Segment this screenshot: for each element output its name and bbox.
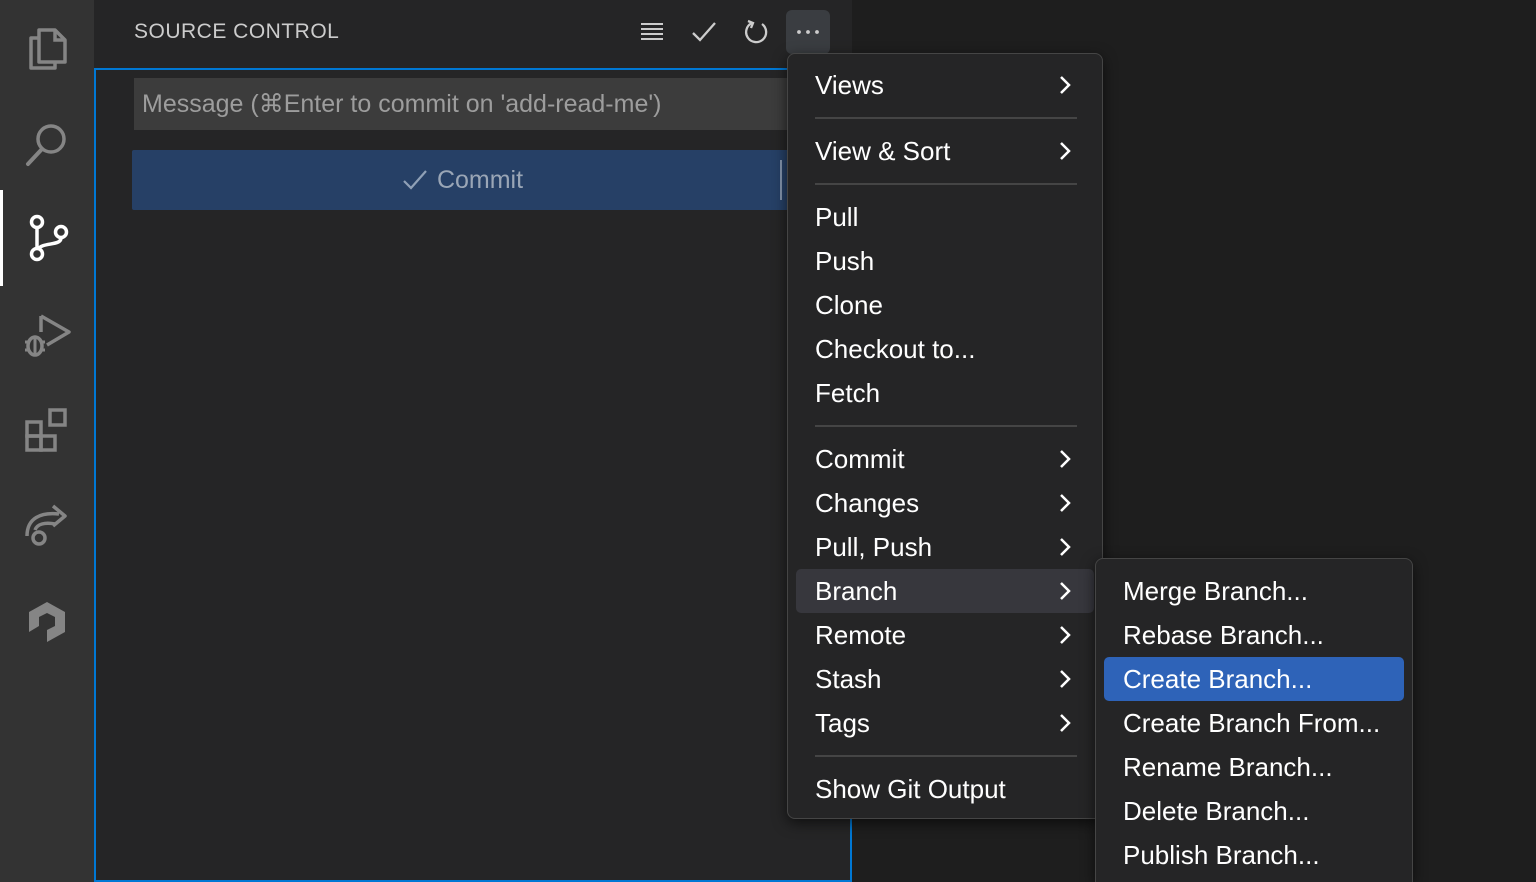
chevron-right-icon [1060,494,1071,512]
commit-button-label: Commit [436,165,524,194]
menu-item-label: Delete Branch... [1123,795,1310,826]
focus-outline-edge [850,818,852,882]
activity-source-control[interactable] [0,190,94,286]
menu-item-label: Views [815,69,884,100]
view-as-list-button[interactable] [630,10,674,54]
activity-extensions[interactable] [0,382,94,478]
menu-item-checkout[interactable]: Checkout to... [796,327,1094,371]
menu-item-label: Pull, Push [815,531,933,562]
list-view-icon [641,23,663,40]
activity-remote-explorer[interactable] [0,478,94,574]
menu-item-label: Changes [815,487,920,518]
menu-item-pull-push[interactable]: Pull, Push [796,525,1094,569]
panel-title: SOURCE CONTROL [134,20,340,43]
menu-separator [815,755,1077,757]
menu-item-branch[interactable]: Branch [796,569,1094,613]
activity-run-debug[interactable] [0,286,94,382]
checkmark-icon [692,22,716,42]
menu-item-label: Rebase Branch... [1123,619,1324,650]
chevron-right-icon [1060,626,1071,644]
menu-item-push[interactable]: Push [796,239,1094,283]
menu-item-label: Merge Branch... [1123,575,1308,606]
menu-item-label: Rename Branch... [1123,751,1333,782]
chevron-right-icon [1060,670,1071,688]
activity-search[interactable] [0,96,94,192]
menu-item-label: View & Sort [815,135,951,166]
menu-item-clone[interactable]: Clone [796,283,1094,327]
menu-separator [815,183,1077,185]
files-icon [29,28,67,70]
menu-item-tags[interactable]: Tags [796,701,1094,745]
submenu-item-merge-branch[interactable]: Merge Branch... [1104,569,1404,613]
chevron-right-icon [1060,142,1071,160]
run-debug-icon [25,314,71,357]
submenu-item-rebase-branch[interactable]: Rebase Branch... [1104,613,1404,657]
menu-item-show-git-output[interactable]: Show Git Output [796,767,1094,811]
chevron-right-icon [1060,450,1071,468]
menu-item-label: Clone [815,289,883,320]
menu-item-label: Create Branch... [1123,663,1313,694]
menu-item-label: Remote [815,619,907,650]
checkmark-icon [403,170,427,190]
more-actions-menu: Views View & Sort Pull Push Clone Checko… [787,53,1103,819]
menu-item-remote[interactable]: Remote [796,613,1094,657]
activity-extension-view[interactable] [0,574,94,670]
source-control-panel: SOURCE CONTROL Message (⌘Enter to commit… [94,0,852,882]
menu-item-stash[interactable]: Stash [796,657,1094,701]
menu-item-label: Push [815,245,875,276]
more-actions-button[interactable] [786,10,830,54]
menu-item-commit[interactable]: Commit [796,437,1094,481]
source-control-icon [29,214,68,262]
hexagon-logo-icon [29,602,65,642]
activity-explorer[interactable] [0,0,94,96]
chevron-right-icon [1060,582,1071,600]
menu-item-label: Stash [815,663,882,694]
menu-item-view-sort[interactable]: View & Sort [796,129,1094,173]
menu-item-label: Create Branch From... [1123,707,1381,738]
submenu-item-create-branch-from[interactable]: Create Branch From... [1104,701,1404,745]
menu-item-label: Commit [815,443,905,474]
submenu-item-rename-branch[interactable]: Rename Branch... [1104,745,1404,789]
menu-item-fetch[interactable]: Fetch [796,371,1094,415]
menu-item-changes[interactable]: Changes [796,481,1094,525]
menu-item-label: Pull [815,201,859,232]
panel-header: SOURCE CONTROL [94,0,852,68]
submenu-item-create-branch[interactable]: Create Branch... [1104,657,1404,701]
refresh-button[interactable] [734,10,778,54]
commit-button[interactable]: Commit [132,150,792,210]
menu-item-label: Publish Branch... [1123,839,1320,870]
ellipsis-icon [797,30,819,34]
menu-separator [815,117,1077,119]
menu-item-label: Branch [815,575,898,606]
chevron-right-icon [1060,538,1071,556]
branch-submenu: Merge Branch... Rebase Branch... Create … [1095,558,1413,882]
commit-check-button[interactable] [682,10,726,54]
refresh-icon [745,19,768,44]
menu-item-label: Show Git Output [815,773,1006,804]
commit-dropdown-divider [780,160,782,200]
menu-item-label: Checkout to... [815,333,976,364]
chevron-right-icon [1060,76,1071,94]
menu-item-label: Tags [815,707,870,738]
activity-bar [0,0,94,882]
menu-item-views[interactable]: Views [796,63,1094,107]
chevron-right-icon [1060,714,1071,732]
submenu-item-publish-branch[interactable]: Publish Branch... [1104,833,1404,877]
menu-item-label: Fetch [815,377,881,408]
search-icon [26,124,66,166]
remote-explorer-icon [25,504,67,546]
commit-message-input[interactable] [134,78,834,130]
menu-item-pull[interactable]: Pull [796,195,1094,239]
menu-separator [815,425,1077,427]
extensions-icon [25,408,67,452]
submenu-item-delete-branch[interactable]: Delete Branch... [1104,789,1404,833]
